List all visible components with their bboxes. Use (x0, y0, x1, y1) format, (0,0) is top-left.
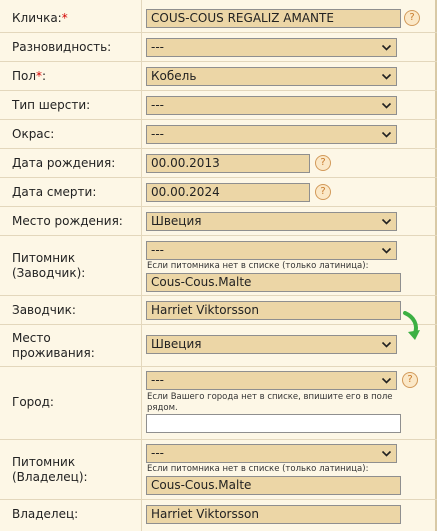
color-label: Окрас: (12, 127, 55, 141)
kennel-breeder-hint: Если питомника нет в списке (только лати… (147, 261, 369, 271)
help-icon[interactable]: ? (315, 155, 331, 171)
kennel-breeder-label: Питомник (Заводчик): (12, 251, 86, 280)
green-arrow-icon (403, 311, 420, 340)
chevron-down-icon (381, 73, 392, 80)
variety-select[interactable]: --- (146, 38, 397, 57)
row-divider (0, 32, 437, 33)
chevron-down-icon (381, 218, 392, 225)
coat-type-select[interactable]: --- (146, 96, 397, 115)
help-icon[interactable]: ? (402, 372, 418, 388)
city-label: Город: (12, 395, 54, 409)
row-divider (0, 177, 437, 178)
owner-label: Владелец: (12, 507, 79, 521)
city-select[interactable]: --- (146, 371, 397, 390)
death-date-label: Дата смерти: (12, 185, 97, 199)
residence-label: Место проживания: (12, 331, 95, 360)
row-divider (0, 119, 437, 120)
residence-select[interactable]: Швеция (146, 335, 397, 354)
color-select[interactable]: --- (146, 125, 397, 144)
chevron-down-icon (381, 102, 392, 109)
row-divider (0, 90, 437, 91)
name-label: Кличка:* (12, 11, 68, 25)
chevron-down-icon (381, 377, 392, 384)
row-divider (0, 324, 437, 325)
dog-profile-form: Кличка:* COUS-COUS REGALIZ AMANTE ? Разн… (0, 0, 437, 531)
row-divider (0, 206, 437, 207)
chevron-down-icon (381, 247, 392, 254)
birth-date-label: Дата рождения: (12, 156, 116, 170)
chevron-down-icon (381, 450, 392, 457)
kennel-owner-label: Питомник (Владелец): (12, 455, 88, 484)
chevron-down-icon (381, 131, 392, 138)
chevron-down-icon (381, 341, 392, 348)
city-hint: Если Вашего города нет в списке, впишите… (147, 392, 393, 413)
row-divider (0, 439, 437, 440)
row-divider (0, 366, 437, 367)
birth-place-select[interactable]: Швеция (146, 212, 397, 231)
kennel-owner-select[interactable]: --- (146, 444, 397, 463)
birth-date-input[interactable]: 00.00.2013 (146, 154, 310, 173)
kennel-owner-hint: Если питомника нет в списке (только лати… (147, 464, 369, 474)
help-icon[interactable]: ? (315, 184, 331, 200)
required-mark: * (61, 11, 68, 25)
kennel-breeder-select[interactable]: --- (146, 241, 397, 260)
kennel-breeder-input[interactable]: Cous-Cous.Malte (146, 273, 401, 292)
coat-type-label: Тип шерсти: (12, 98, 91, 112)
variety-label: Разновидность: (12, 40, 112, 54)
owner-input[interactable]: Harriet Viktorsson (146, 505, 401, 524)
row-divider (0, 499, 437, 500)
kennel-owner-input[interactable]: Cous-Cous.Malte (146, 476, 401, 495)
help-icon[interactable]: ? (404, 10, 420, 26)
birth-place-label: Место рождения: (12, 214, 123, 228)
sex-select[interactable]: Кобель (146, 67, 397, 86)
sex-label: Пол*: (12, 69, 47, 83)
city-input[interactable] (146, 414, 401, 433)
row-divider (0, 148, 437, 149)
death-date-input[interactable]: 00.00.2024 (146, 183, 310, 202)
row-divider (0, 61, 437, 62)
column-divider (141, 0, 142, 531)
breeder-label: Заводчик: (12, 303, 76, 317)
row-divider (0, 235, 437, 236)
chevron-down-icon (381, 44, 392, 51)
name-input[interactable]: COUS-COUS REGALIZ AMANTE (146, 9, 401, 28)
breeder-input[interactable]: Harriet Viktorsson (146, 301, 401, 320)
row-divider (0, 295, 437, 296)
